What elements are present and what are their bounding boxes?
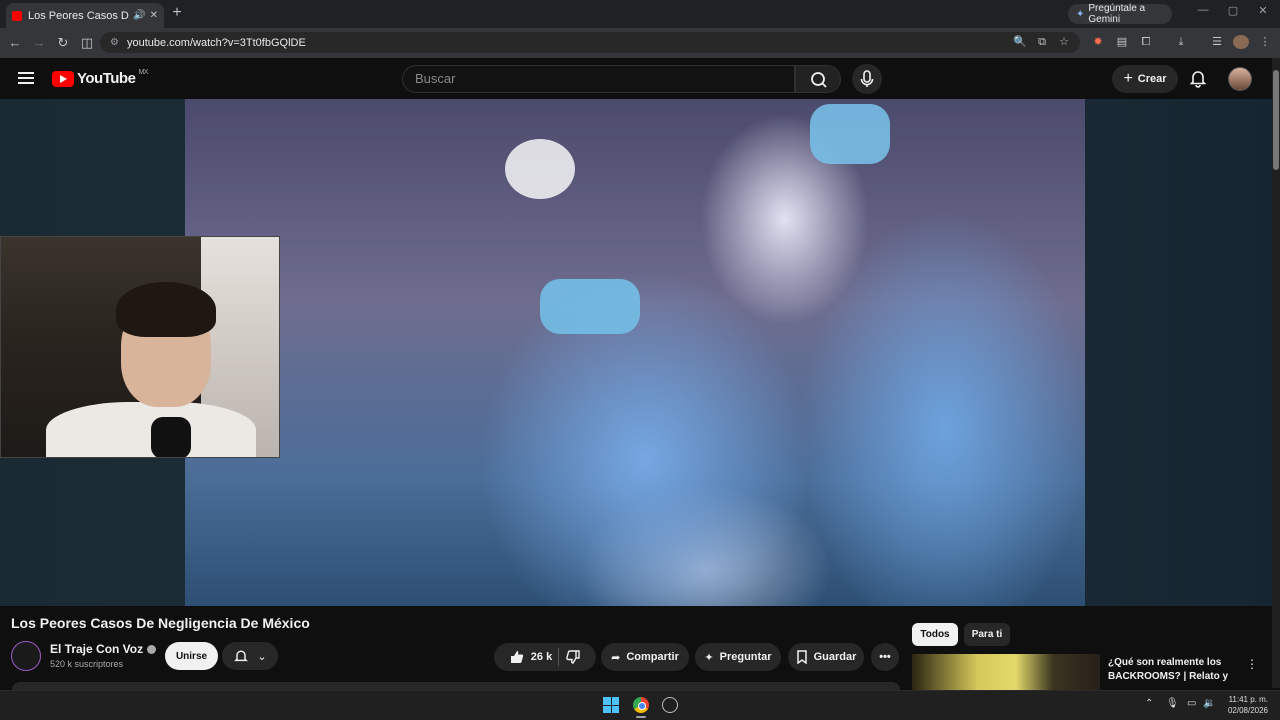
surgeon-mask [540, 279, 640, 334]
youtube-favicon-icon [12, 10, 22, 21]
create-label: Crear [1137, 73, 1167, 85]
chrome-taskbar-icon[interactable] [633, 697, 649, 713]
thumbs-up-icon [510, 651, 523, 663]
chrome-menu-icon[interactable]: ⋮ [1257, 35, 1273, 49]
video-title: Los Peores Casos De Negligencia De Méxic… [11, 615, 310, 631]
channel-name-row[interactable]: El Traje Con Voz [50, 642, 157, 656]
user-avatar[interactable] [1228, 67, 1252, 91]
description-box[interactable] [12, 682, 900, 690]
hamburger-menu-icon[interactable] [18, 72, 34, 84]
url-text: youtube.com/watch?v=3Tt0fbGQlDE [126, 36, 306, 49]
zoom-icon[interactable]: 🔍 [1012, 35, 1028, 49]
install-app-icon[interactable]: ⧉ [1034, 35, 1050, 49]
webcam-overlay [0, 236, 280, 458]
active-app-indicator [636, 716, 646, 718]
chip-todos[interactable]: Todos [912, 623, 958, 646]
chip-para-ti[interactable]: Para ti [964, 623, 1010, 646]
gemini-label: Pregúntale a Gemini [1088, 3, 1146, 25]
share-icon: ➦ [611, 651, 621, 664]
close-tab-icon[interactable]: ✕ [150, 10, 158, 21]
save-button[interactable]: Guardar [788, 643, 864, 671]
extension-2-icon[interactable]: ▤ [1114, 35, 1130, 49]
tray-mic-icon[interactable]: 🎙 [1166, 698, 1179, 709]
channel-name[interactable]: El Traje Con Voz [50, 642, 143, 656]
speaker-icon[interactable]: 🔊 [133, 10, 145, 21]
download-icon[interactable]: ⤓ [1173, 35, 1189, 49]
surgeon-mask-2 [810, 104, 890, 164]
more-actions-button[interactable]: ••• [871, 643, 899, 671]
webcam-hair [116, 282, 216, 337]
surgeon-cap [505, 139, 575, 199]
bell-icon [1189, 71, 1207, 88]
browser-tab[interactable]: Los Peores Casos De Neglig 🔊 ✕ [6, 3, 164, 28]
divider [558, 648, 560, 666]
search-button[interactable] [795, 65, 841, 93]
maximize-button[interactable]: ▢ [1218, 4, 1248, 17]
tab-search-icon[interactable]: ☰ [1209, 35, 1225, 49]
search-input[interactable]: Buscar [402, 65, 795, 93]
region-code: MX [138, 69, 148, 76]
recommendation-thumbnail[interactable] [912, 654, 1100, 690]
tray-monitor-icon[interactable]: ▭ [1187, 698, 1196, 709]
verified-icon [147, 645, 157, 655]
more-vertical-icon[interactable]: ⋮ [1246, 657, 1258, 671]
gemini-icon: ✦ [1076, 8, 1085, 20]
like-count: 26 k [530, 651, 553, 663]
share-button[interactable]: ➦ Compartir [601, 643, 689, 671]
youtube-logo[interactable]: YouTube MX [52, 69, 148, 87]
like-dislike-group: 26 k [494, 643, 596, 671]
minimize-button[interactable]: — [1188, 4, 1218, 16]
bookmark-icon [796, 650, 807, 664]
voice-search-button[interactable] [852, 64, 882, 94]
omnibox[interactable]: ⚙ youtube.com/watch?v=3Tt0fbGQlDE [100, 32, 1080, 53]
clock-time: 11:41 p. m. [1228, 695, 1268, 704]
reload-icon[interactable]: ↻ [54, 34, 72, 52]
clock-date: 02/08/2026 [1227, 706, 1268, 715]
more-horizontal-icon: ••• [879, 651, 891, 663]
video-player[interactable] [185, 99, 1085, 606]
subscriber-count: 520 k suscriptores [50, 659, 124, 669]
dislike-button[interactable] [565, 649, 581, 665]
windows-start-icon[interactable] [603, 697, 619, 713]
tray-chevron-icon[interactable]: ⌃ [1145, 698, 1153, 709]
plus-icon: + [1123, 70, 1133, 87]
bookmark-star-icon[interactable]: ☆ [1056, 35, 1072, 49]
profile-icon[interactable] [1233, 35, 1249, 49]
new-tab-button[interactable]: + [168, 4, 186, 22]
bell-icon [234, 650, 249, 662]
logo-text: YouTube [77, 70, 136, 87]
steam-taskbar-icon[interactable] [662, 697, 678, 713]
sparkle-icon: ✦ [704, 651, 714, 664]
tab-title: Los Peores Casos De Neglig [28, 9, 129, 22]
search-icon [811, 72, 827, 88]
thumbs-down-icon [566, 650, 580, 664]
back-icon[interactable]: ← [6, 34, 24, 52]
ask-button[interactable]: ✦ Preguntar [695, 643, 781, 671]
like-button[interactable]: 26 k [509, 649, 552, 665]
subscription-bell-button[interactable]: ⌄ [222, 642, 278, 670]
ask-label: Preguntar [719, 651, 772, 663]
channel-avatar[interactable] [11, 641, 41, 671]
site-info-icon[interactable]: ⚙ [110, 37, 119, 48]
share-label: Compartir [626, 651, 679, 663]
scrollbar-thumb[interactable] [1273, 70, 1279, 170]
window-close-button[interactable]: ✕ [1248, 4, 1278, 17]
notifications-button[interactable] [1188, 68, 1208, 88]
youtube-play-icon [52, 70, 74, 87]
split-view-icon[interactable]: ◫ [78, 34, 96, 52]
system-clock[interactable]: 11:41 p. m. 02/08/2026 [1222, 694, 1268, 716]
save-label: Guardar [813, 651, 857, 663]
extensions-puzzle-icon[interactable]: ⧠ [1138, 35, 1154, 49]
extension-1-icon[interactable]: ✸ [1090, 35, 1106, 49]
chevron-down-icon: ⌄ [257, 650, 267, 663]
forward-icon[interactable]: → [30, 34, 48, 52]
webcam-microphone [151, 417, 191, 457]
microphone-icon [860, 70, 874, 87]
join-button[interactable]: Unirse [165, 642, 218, 670]
tray-volume-icon[interactable]: 🔉 [1203, 698, 1215, 709]
create-button[interactable]: + Crear [1112, 65, 1178, 93]
gemini-button[interactable]: ✦ Pregúntale a Gemini [1068, 3, 1172, 25]
